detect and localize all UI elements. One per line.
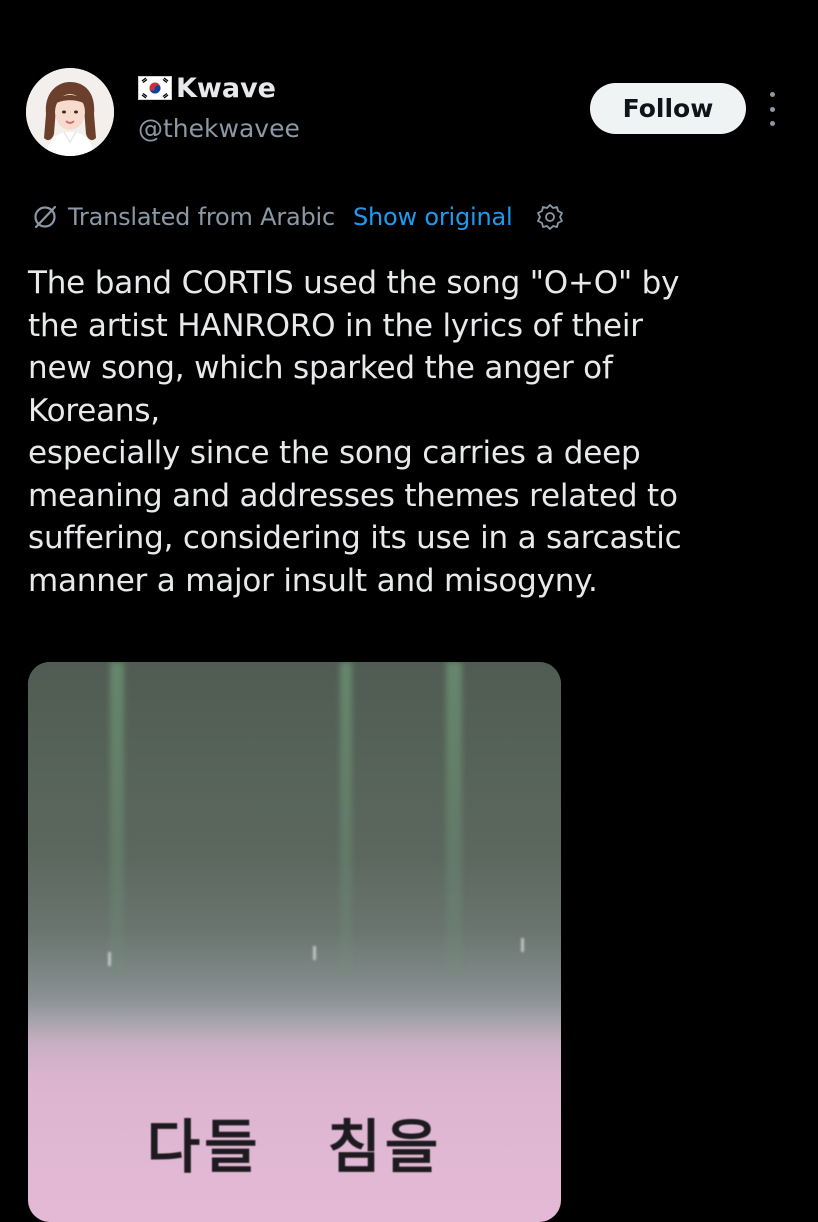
translated-from-label: Translated from Arabic [68, 203, 336, 231]
media-light-streak [446, 662, 462, 976]
media-light-dot [521, 938, 524, 952]
display-name-text: Kwave [176, 72, 276, 104]
post-text-line: suffering, considering its use in a sarc… [28, 520, 682, 556]
media-caption: 다들 침을 [28, 1100, 561, 1184]
post-text-line: the artist HANRORO in the lyrics of thei… [28, 307, 643, 344]
post-text-line: The band CORTIS used the song "O+O" by [28, 265, 680, 301]
more-vertical-icon[interactable] [762, 92, 782, 126]
media-caption-word: 침을 [327, 1113, 443, 1181]
post-text-line: new song, which sparked the anger of [28, 350, 613, 386]
show-original-link[interactable]: Show original [353, 203, 513, 231]
media-light-streak [110, 662, 124, 976]
translate-icon [30, 202, 60, 232]
translation-bar: Translated from Arabic Show original [30, 199, 565, 235]
profile-photo [26, 68, 114, 156]
media-light-streak [340, 662, 352, 976]
post-text-line: Koreans, [28, 392, 160, 429]
media-light-dot [108, 952, 111, 966]
user-handle[interactable]: @thekwavee [138, 114, 300, 143]
south-korea-flag-icon [138, 76, 172, 100]
post-text-line: meaning and addresses themes related to [28, 477, 678, 514]
post-text-line: especially since the song carries a deep [28, 435, 641, 471]
follow-button[interactable]: Follow [590, 83, 746, 134]
media-caption-word: 다들 [146, 1113, 262, 1181]
media-light-dot [313, 946, 316, 960]
display-name[interactable]: Kwave [138, 68, 276, 108]
gear-icon[interactable] [535, 202, 565, 232]
post-media-video[interactable]: 다들 침을 [28, 662, 561, 1222]
post-text: The band CORTIS used the song "O+O" by t… [28, 262, 808, 602]
post-text-line: manner a major insult and misogyny. [28, 562, 598, 599]
avatar[interactable] [26, 68, 114, 156]
